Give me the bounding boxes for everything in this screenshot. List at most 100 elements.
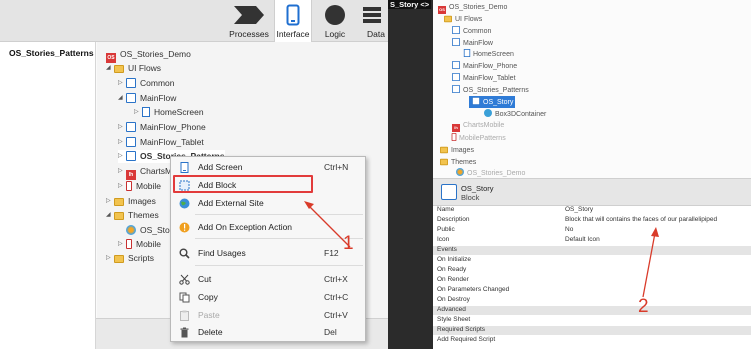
property-row[interactable]: On Destroy [433, 296, 751, 305]
property-row[interactable]: Add Required Script [433, 336, 751, 345]
expand-arrow-icon[interactable]: ◢ [118, 92, 126, 105]
tree-item-mobile[interactable]: ▷ Mobile [118, 180, 161, 193]
property-key: On Destroy [437, 296, 470, 303]
tree-item-mainflow-tablet[interactable]: ▷ MainFlow_Tablet [118, 136, 204, 149]
collapse-arrow-icon[interactable]: ▷ [118, 150, 126, 163]
block-icon [472, 97, 480, 105]
properties-header: OS_Story Block [433, 178, 751, 206]
flow-icon [126, 78, 136, 88]
collapse-arrow-icon[interactable]: ▷ [134, 106, 142, 119]
property-value: Block that will contains the faces of ou… [565, 216, 718, 223]
folder-icon [114, 212, 124, 220]
tab-processes[interactable]: Processes [224, 0, 274, 42]
rtree-item-images[interactable]: Images [439, 144, 474, 156]
property-row[interactable]: Description Block that will contains the … [433, 216, 751, 225]
annotation-arrow-2 [642, 227, 659, 298]
tree-item-theme-mobile[interactable]: ▷ Mobile [118, 238, 161, 251]
rtree-item-mainflow-phone[interactable]: MainFlow_Phone [451, 60, 517, 72]
tab-data[interactable]: Data [358, 0, 388, 42]
property-row[interactable]: On Initialize [433, 256, 751, 265]
tab-interface-label: Interface [276, 29, 310, 39]
tree-item-module[interactable]: OS OS_Stories_Demo [106, 48, 191, 63]
property-row[interactable]: Icon Default Icon [433, 236, 751, 245]
rtree-item-common[interactable]: Common [451, 25, 491, 37]
property-row[interactable]: Advanced [433, 306, 751, 315]
mobile-icon [126, 181, 132, 191]
property-key: Description [437, 216, 470, 223]
divider-tab-label: S_Story <> [388, 0, 431, 9]
property-value: No [565, 226, 574, 233]
property-key: On Initialize [437, 256, 471, 263]
tree-item-theme-os-stories[interactable]: OS_Sto [126, 224, 170, 237]
property-row[interactable]: On Ready [433, 266, 751, 275]
scissors-icon [179, 274, 190, 285]
right-interface-tree: OS OS_Stories_Demo UI Flows Common MainFl… [433, 0, 751, 178]
window-divider: S_Story <> [388, 0, 433, 349]
tree-item-homescreen[interactable]: ▷ HomeScreen [134, 106, 204, 119]
menu-item-add-screen[interactable]: Add Screen Ctrl+N [171, 158, 367, 176]
screen-icon [463, 49, 471, 57]
logic-icon [325, 5, 345, 25]
menu-item-cut[interactable]: Cut Ctrl+X [171, 270, 367, 288]
charts-module-icon: Ih [452, 124, 460, 132]
tab-logic[interactable]: Logic [313, 0, 357, 42]
rtree-item-ui-flows[interactable]: UI Flows [443, 13, 482, 25]
tree-item-images[interactable]: ▷ Images [106, 195, 156, 208]
selected-element-type: Block [461, 193, 480, 202]
rtree-item-homescreen[interactable]: HomeScreen [463, 48, 514, 60]
menu-item-copy[interactable]: Copy Ctrl+C [171, 288, 367, 306]
property-key: Name [437, 206, 455, 213]
expand-arrow-icon[interactable]: ◢ [106, 209, 114, 222]
collapse-arrow-icon[interactable]: ▷ [118, 77, 126, 90]
rtree-item-mainflow-tablet[interactable]: MainFlow_Tablet [451, 72, 516, 84]
tree-item-themes[interactable]: ◢ Themes [106, 209, 159, 222]
paste-icon [180, 310, 189, 321]
property-row[interactable]: Required Scripts [433, 326, 751, 335]
rtree-item-os-stories-patterns[interactable]: OS_Stories_Patterns [451, 84, 529, 96]
property-row[interactable]: On Parameters Changed [433, 286, 751, 295]
tree-item-charts[interactable]: ▷Ih ChartsM [118, 165, 172, 180]
collapse-arrow-icon[interactable]: ▷ [106, 195, 114, 208]
flow-icon [126, 93, 136, 103]
rtree-item-box3dcontainer[interactable]: Box3DContainer [483, 108, 546, 120]
folder-icon [440, 158, 448, 166]
tree-item-mainflow[interactable]: ◢ MainFlow [118, 92, 176, 105]
property-row[interactable]: On Render [433, 276, 751, 285]
property-row[interactable]: Name OS_Story [433, 206, 751, 215]
property-key: Public [437, 226, 455, 233]
right-editor-pane: OS OS_Stories_Demo UI Flows Common MainFl… [433, 0, 751, 349]
flow-icon [452, 26, 460, 34]
tab-interface[interactable]: Interface [274, 0, 312, 42]
collapse-arrow-icon[interactable]: ▷ [106, 252, 114, 265]
collapse-arrow-icon[interactable]: ▷ [118, 238, 126, 251]
collapse-arrow-icon[interactable]: ▷ [118, 180, 126, 193]
menu-item-delete[interactable]: Delete Del [171, 323, 367, 341]
tree-item-scripts[interactable]: ▷ Scripts [106, 252, 154, 265]
tree-item-mainflow-phone[interactable]: ▷ MainFlow_Phone [118, 121, 206, 134]
property-row[interactable]: Style Sheet [433, 316, 751, 325]
tree-item-common[interactable]: ▷ Common [118, 77, 174, 90]
folder-icon [114, 255, 124, 263]
theme-icon [126, 225, 136, 235]
rtree-item-mobile[interactable]: MobilePatterns [451, 132, 506, 144]
widget-icon [484, 109, 492, 117]
left-editor-pane: Processes Interface Logic Data OS_Storie… [0, 0, 388, 349]
expand-arrow-icon[interactable]: ◢ [106, 62, 114, 75]
property-row[interactable]: Public No [433, 226, 751, 235]
rtree-item-charts[interactable]: Ih ChartsMobile [451, 120, 504, 132]
property-key: On Parameters Changed [437, 286, 510, 293]
collapse-arrow-icon[interactable]: ▷ [118, 121, 126, 134]
menu-item-paste[interactable]: Paste Ctrl+V [171, 306, 367, 324]
flow-icon [452, 38, 460, 46]
property-row[interactable]: Events [433, 246, 751, 255]
folder-icon [114, 65, 124, 73]
rtree-item-os-story[interactable]: OS_Story [469, 96, 516, 108]
collapse-arrow-icon[interactable]: ▷ [118, 165, 126, 178]
collapse-arrow-icon[interactable]: ▷ [118, 136, 126, 149]
annotation-number-2: 2 [638, 296, 649, 317]
tree-item-ui-flows[interactable]: ◢ UI Flows [106, 62, 161, 75]
add-block-highlight-box [173, 175, 313, 193]
property-key: Style Sheet [437, 316, 471, 323]
property-key: On Render [437, 276, 469, 283]
block-large-icon [441, 184, 457, 200]
